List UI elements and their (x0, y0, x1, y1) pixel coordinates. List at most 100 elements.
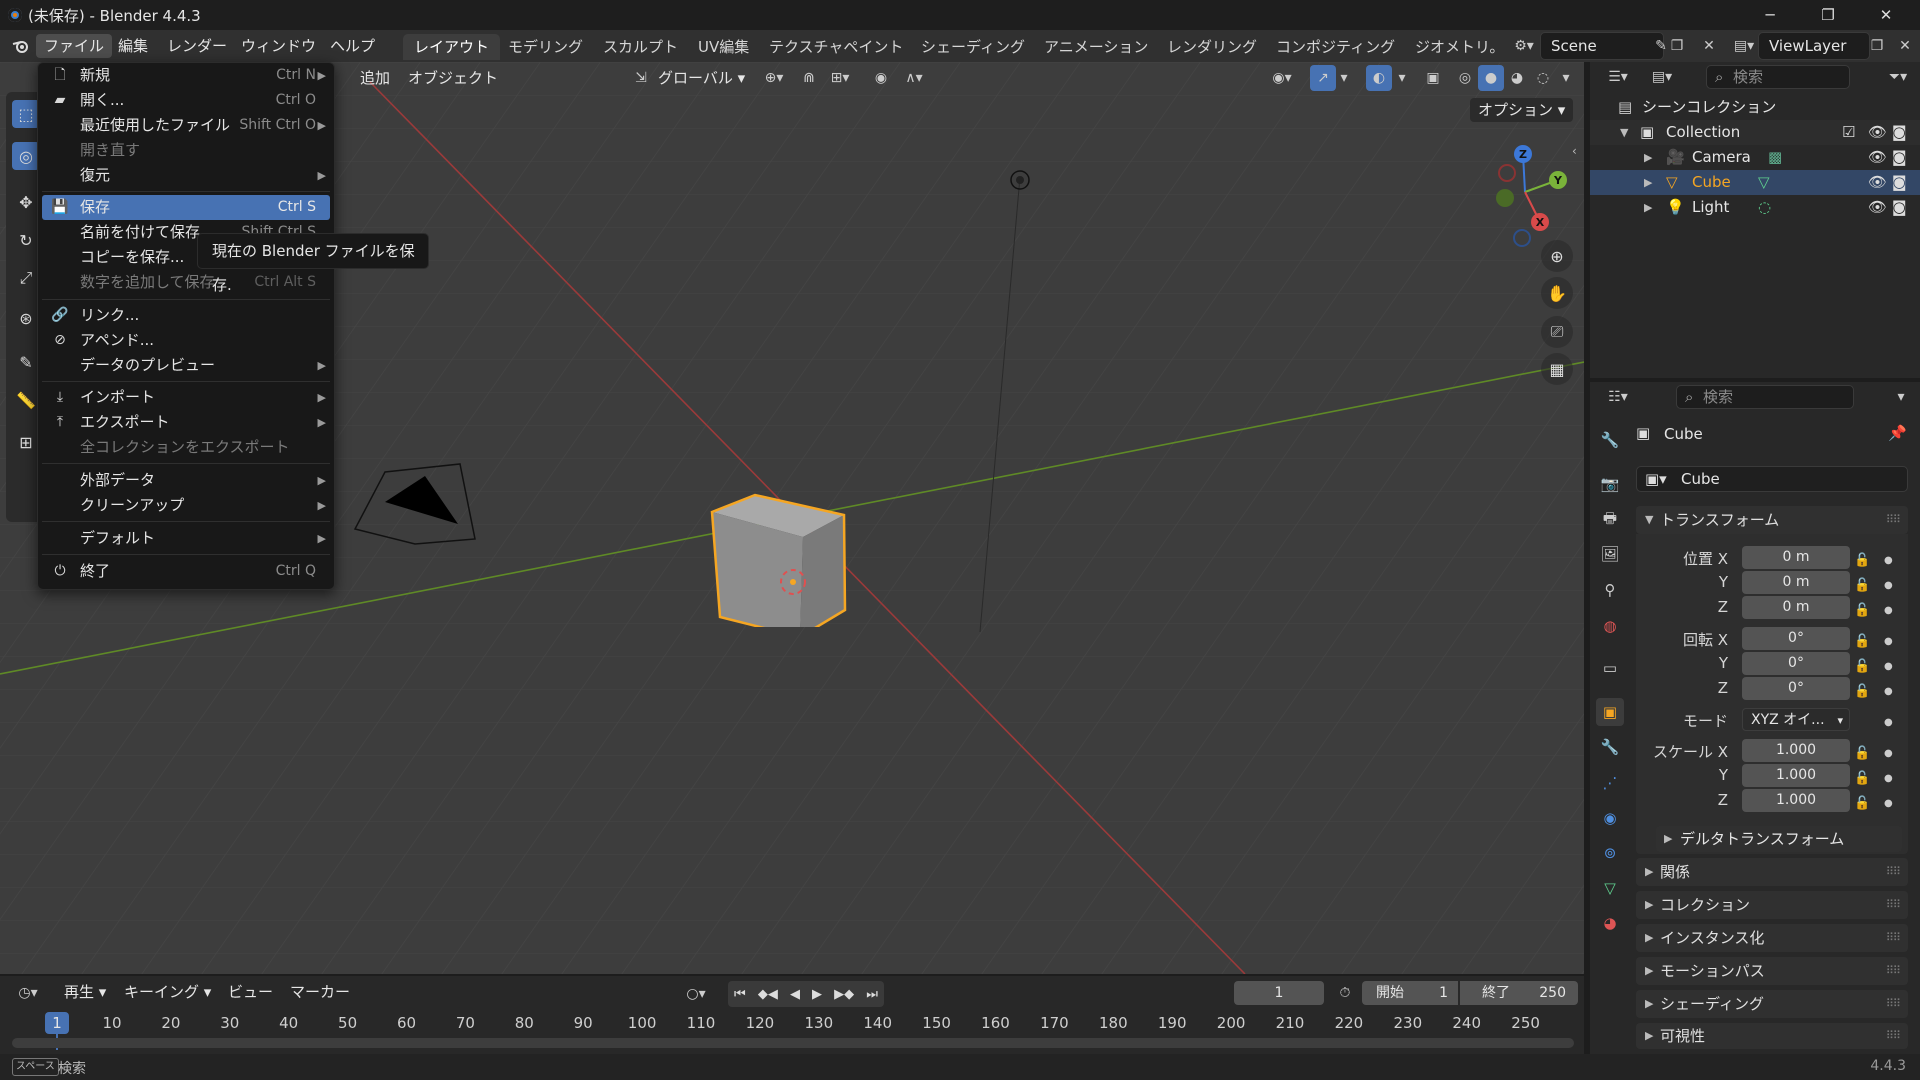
outliner-item-cube[interactable]: ▶ ▽ Cube ▽ 👁 ◙ (1590, 170, 1920, 195)
world-tab-icon[interactable]: ◍ (1596, 612, 1624, 640)
filter-icon[interactable]: ⏷▾ (1880, 64, 1916, 90)
timeline-marker-menu[interactable]: マーカー (282, 980, 358, 1004)
keyframe-dot-icon[interactable]: ● (1884, 791, 1893, 816)
file-menu-open[interactable]: ▰ 開く... Ctrl O (42, 88, 330, 113)
relations-panel-header[interactable]: ▶ 関係 ⠿⠿ (1636, 858, 1908, 886)
modifier-tab-icon[interactable]: 🔧 (1596, 733, 1624, 761)
lock-icon[interactable]: 🔓 (1854, 548, 1870, 573)
pan-hand-icon[interactable]: ✋ (1541, 277, 1573, 309)
rendered-shading-icon[interactable]: ◌ (1530, 65, 1556, 91)
keyframe-dot-icon[interactable]: ● (1884, 710, 1893, 735)
shading-dropdown-icon[interactable]: ▾ (1556, 65, 1576, 91)
rotation-y-field[interactable]: 0° (1742, 652, 1850, 675)
collections-panel-header[interactable]: ▶ コレクション ⠿⠿ (1636, 891, 1908, 919)
menu-edit[interactable]: 編集 (110, 34, 156, 58)
gizmo-dropdown-icon[interactable]: ▾ (1334, 65, 1354, 91)
visibility-icon[interactable]: ◉▾ (1264, 65, 1300, 91)
solid-shading-icon[interactable]: ● (1478, 65, 1504, 91)
prev-keyframe-icon[interactable]: ◆◀ (758, 987, 778, 1002)
menu-window[interactable]: ウィンドウ (233, 34, 324, 58)
properties-search-input[interactable]: ⌕ 検索 (1676, 385, 1854, 409)
display-mode-icon[interactable]: ▤▾ (1644, 64, 1680, 90)
eye-icon[interactable]: 👁 (1868, 170, 1887, 195)
file-menu-link[interactable]: 🔗 リンク... (42, 303, 330, 328)
timeline-scrollbar[interactable] (12, 1038, 1574, 1048)
jump-end-icon[interactable]: ⏭ (866, 987, 878, 1002)
drag-handle-icon[interactable]: ⠿⠿ (1886, 858, 1901, 886)
collection-row[interactable]: ▼ ▣ Collection ☑ 👁 ◙ (1590, 120, 1920, 145)
tab-geometry-nodes[interactable]: ジオメトリ。 (1404, 34, 1515, 60)
output-tab-icon[interactable]: 🖶 (1596, 506, 1624, 534)
xray-toggle-icon[interactable]: ▣ (1420, 65, 1446, 91)
outliner-search-input[interactable]: ⌕ 検索 (1706, 65, 1850, 89)
drag-handle-icon[interactable]: ⠿⠿ (1886, 891, 1901, 919)
new-view-layer-icon[interactable]: ❐ (1864, 33, 1890, 59)
lock-icon[interactable]: 🔓 (1854, 679, 1870, 704)
file-menu-recover[interactable]: 復元 ▶ (42, 163, 330, 188)
file-menu-new[interactable]: 🗋 新規 Ctrl N ▶ (42, 63, 330, 88)
tab-rendering[interactable]: レンダリング (1156, 34, 1268, 60)
select-box-tool-icon[interactable]: ⬚ (12, 100, 40, 128)
scene-tab-icon[interactable]: ⚲ (1596, 576, 1624, 604)
view-layer-tab-icon[interactable]: 🖼 (1596, 540, 1624, 568)
scale-tool-icon[interactable]: ⤢ (12, 264, 40, 292)
snap-toggle-icon[interactable]: ⋒ (796, 65, 822, 91)
outliner-item-light[interactable]: ▶ 💡 Light ◌ 👁 ◙ (1590, 195, 1920, 220)
perspective-toggle-icon[interactable]: ▦ (1541, 353, 1573, 385)
scale-x-field[interactable]: 1.000 (1742, 739, 1850, 762)
timeline-keying-menu[interactable]: キーイング ▾ (116, 980, 219, 1004)
scene-collection-row[interactable]: ▤ シーンコレクション (1590, 95, 1920, 120)
collection-tab-icon[interactable]: ▭ (1596, 654, 1624, 682)
file-menu-external-data[interactable]: 外部データ ▶ (42, 468, 330, 493)
rotate-tool-icon[interactable]: ↻ (12, 226, 40, 254)
transform-tool-icon[interactable]: ⊛ (12, 304, 40, 332)
viewport-menu-add[interactable]: 追加 (352, 66, 398, 90)
play-reverse-icon[interactable]: ◀ (790, 987, 800, 1002)
keyframe-dot-icon[interactable]: ● (1884, 679, 1893, 704)
maximize-button[interactable]: ❐ (1800, 0, 1856, 30)
outliner-item-camera[interactable]: ▶ 🎥 Camera ▩ 👁 ◙ (1590, 145, 1920, 170)
keyframe-dot-icon[interactable]: ● (1884, 573, 1893, 598)
gizmo-toggle-icon[interactable]: ↗ (1310, 65, 1336, 91)
rotation-x-field[interactable]: 0° (1742, 627, 1850, 650)
snap-target-icon[interactable]: ⊞▾ (822, 65, 858, 91)
constraints-tab-icon[interactable]: ⊚ (1596, 839, 1624, 867)
remove-view-layer-icon[interactable]: ✕ (1892, 33, 1918, 59)
menu-file[interactable]: ファイル (36, 34, 113, 58)
pivot-point-icon[interactable]: ⊕▾ (756, 65, 792, 91)
new-scene-icon[interactable]: ❐ (1664, 33, 1690, 59)
checkbox-icon[interactable]: ☑ (1842, 120, 1855, 145)
tab-texture-paint[interactable]: テクスチャペイント (758, 34, 914, 60)
timeline-view-menu[interactable]: ビュー (220, 980, 281, 1004)
lock-icon[interactable]: 🔓 (1854, 654, 1870, 679)
view-layer-selector-icon[interactable]: ▤▾ (1726, 33, 1762, 59)
keyframe-dot-icon[interactable]: ● (1884, 741, 1893, 766)
drag-handle-icon[interactable]: ⠿⠿ (1886, 924, 1901, 952)
file-menu-cleanup[interactable]: クリーンアップ ▶ (42, 493, 330, 518)
location-z-field[interactable]: 0 m (1742, 596, 1850, 619)
pin-icon[interactable]: 📌 (1888, 424, 1907, 442)
file-menu-open-recent[interactable]: 最近使用したファイル Shift Ctrl O ▶ (42, 113, 330, 138)
render-tab-icon[interactable]: 📷 (1596, 470, 1624, 498)
timeline-editor-type-icon[interactable]: ◷▾ (10, 980, 46, 1006)
material-shading-icon[interactable]: ◕ (1504, 65, 1530, 91)
measure-tool-icon[interactable]: 📏 (12, 386, 40, 414)
proportional-edit-icon[interactable]: ◉ (868, 65, 894, 91)
add-cube-tool-icon[interactable]: ⊞ (12, 428, 40, 456)
minimize-button[interactable]: ─ (1742, 0, 1798, 30)
menu-render[interactable]: レンダー (159, 34, 235, 58)
file-menu-defaults[interactable]: デフォルト ▶ (42, 526, 330, 551)
jump-start-icon[interactable]: ⏮ (734, 987, 746, 1002)
keyframe-dot-icon[interactable]: ● (1884, 598, 1893, 623)
properties-options-icon[interactable]: ▾ (1888, 384, 1914, 410)
tab-sculpt[interactable]: スカルプト (592, 34, 689, 60)
material-tab-icon[interactable]: ◕ (1596, 909, 1624, 937)
tab-layout[interactable]: レイアウト (403, 34, 501, 60)
drag-handle-icon[interactable]: ⠿⠿ (1886, 990, 1901, 1018)
camera-render-icon[interactable]: ◙ (1892, 195, 1907, 220)
tab-shading[interactable]: シェーディング (910, 34, 1036, 60)
keyframe-dot-icon[interactable]: ● (1884, 629, 1893, 654)
end-frame-field[interactable]: 終了 250 (1460, 981, 1578, 1005)
drag-handle-icon[interactable]: ⠿⠿ (1886, 1023, 1901, 1049)
overlays-dropdown-icon[interactable]: ▾ (1392, 65, 1412, 91)
